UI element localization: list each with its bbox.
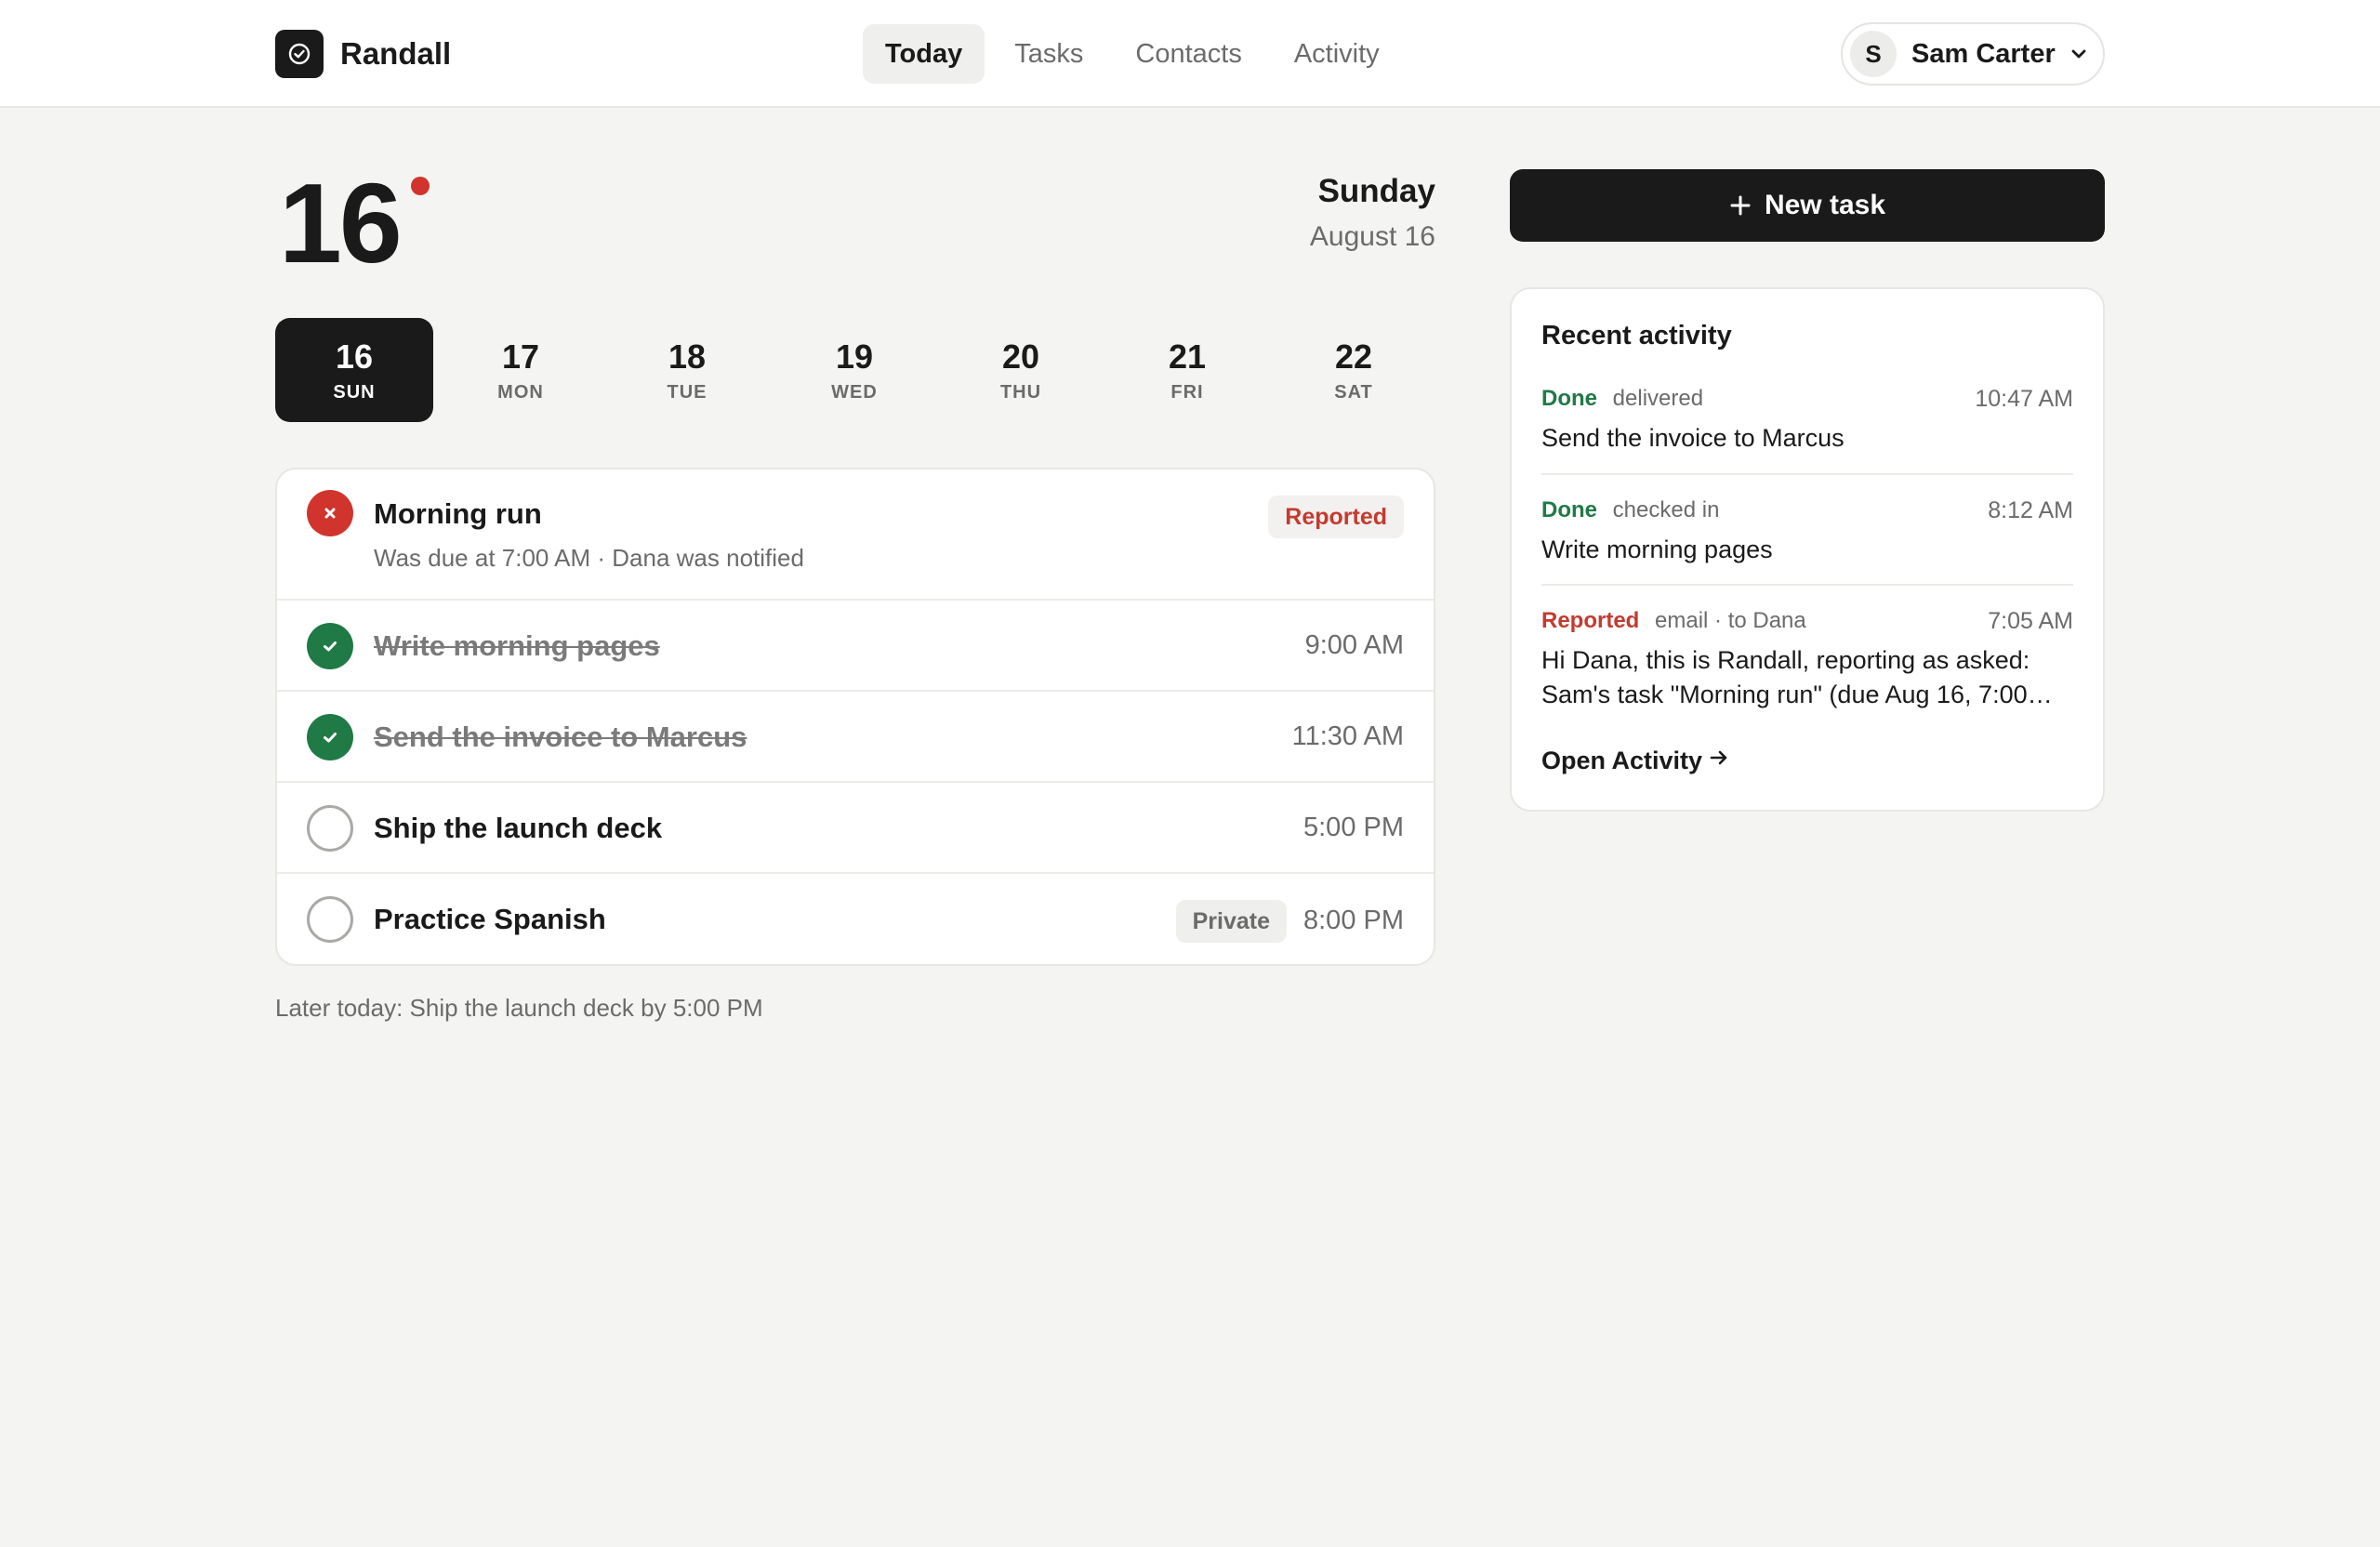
day-pill-21[interactable]: 21 FRI (1108, 318, 1266, 422)
date-label: August 16 (1309, 221, 1435, 252)
chevron-down-icon (2069, 44, 2089, 64)
today-indicator-dot (411, 177, 430, 195)
task-time: 9:00 AM (1304, 630, 1404, 660)
task-status-toggle[interactable] (307, 714, 353, 760)
day-pill-number: 22 (1334, 337, 1373, 376)
reported-badge: Reported (1268, 496, 1404, 538)
task-row-morning-run[interactable]: Morning run Was due at 7:00 AM · Dana wa… (277, 469, 1434, 601)
task-row-write-morning-pages[interactable]: Write morning pages 9:00 AM (277, 601, 1434, 692)
day-pill-16[interactable]: 16 SUN (275, 318, 433, 422)
check-icon (324, 733, 337, 743)
user-menu[interactable]: S Sam Carter (1841, 22, 2105, 86)
activity-action: email · to Dana (1655, 608, 1806, 633)
activity-meta: Done checked in (1541, 497, 1719, 523)
avatar: S (1850, 31, 1897, 77)
new-task-button[interactable]: New task (1510, 169, 2105, 242)
task-time: 8:00 PM (1303, 906, 1404, 935)
day-pill-number: 20 (1001, 337, 1040, 376)
x-icon (324, 508, 336, 519)
activity-status: Done (1541, 497, 1597, 522)
day-pill-number: 16 (335, 337, 374, 376)
task-title: Practice Spanish (374, 903, 606, 935)
nav-activity[interactable]: Activity (1272, 24, 1402, 84)
weekday-label: Sunday (1317, 173, 1435, 209)
day-pill-weekday: WED (831, 381, 878, 403)
day-pill-number: 21 (1168, 337, 1207, 376)
arrow-right-icon (1708, 747, 1730, 775)
activity-time: 7:05 AM (1988, 608, 2073, 634)
task-status-toggle[interactable] (307, 623, 353, 669)
task-title: Send the invoice to Marcus (374, 721, 747, 753)
task-time: 5:00 PM (1303, 813, 1404, 842)
day-pill-weekday: FRI (1170, 381, 1204, 403)
day-pill-weekday: TUE (667, 381, 707, 403)
day-pill-weekday: THU (999, 381, 1042, 403)
open-activity-link[interactable]: Open Activity (1541, 747, 1730, 775)
task-row-send-invoice[interactable]: Send the invoice to Marcus 11:30 AM (277, 692, 1434, 783)
activity-item[interactable]: Done checked in 8:12 AM Write morning pa… (1541, 497, 2073, 568)
task-title: Write morning pages (374, 629, 660, 662)
day-number: 16 (279, 160, 403, 286)
private-badge: Private (1175, 900, 1287, 943)
activity-action: checked in (1612, 497, 1720, 522)
activity-item[interactable]: Reported email · to Dana 7:05 AM Hi Dana… (1541, 608, 2073, 712)
app-name: Randall (340, 36, 452, 71)
task-status-toggle[interactable] (307, 896, 353, 943)
task-row-practice-spanish[interactable]: Practice Spanish Private 8:00 PM (277, 874, 1434, 964)
task-list: Morning run Was due at 7:00 AM · Dana wa… (275, 468, 1435, 966)
nav-today[interactable]: Today (863, 24, 985, 84)
task-title: Ship the launch deck (374, 812, 663, 844)
brand-logo (275, 30, 324, 78)
activity-text: Send the invoice to Marcus (1541, 424, 1844, 452)
activity-text: Hi Dana, this is Randall, reporting as a… (1541, 646, 2030, 708)
activity-meta: Done delivered (1541, 386, 1703, 412)
activity-item[interactable]: Done delivered 10:47 AM Send the invoice… (1541, 386, 2073, 456)
brand[interactable]: Randall (275, 30, 451, 78)
activity-time: 8:12 AM (1988, 497, 2073, 523)
day-pill-weekday: SAT (1334, 381, 1373, 403)
task-subtitle: Was due at 7:00 AM · Dana was notified (374, 544, 804, 572)
day-pill-number: 18 (668, 337, 707, 376)
day-pill-17[interactable]: 17 MON (442, 318, 600, 422)
check-icon (324, 641, 337, 652)
day-pill-19[interactable]: 19 WED (775, 318, 933, 422)
activity-meta: Reported email · to Dana (1541, 608, 1806, 634)
activity-action: delivered (1612, 386, 1704, 411)
day-pill-number: 19 (835, 337, 874, 376)
new-task-label: New task (1764, 190, 1886, 220)
day-pill-weekday: SUN (333, 381, 376, 403)
task-title: Morning run (374, 497, 542, 530)
activity-status: Reported (1541, 608, 1640, 633)
open-activity-label: Open Activity (1541, 747, 1703, 774)
main-nav: Today Tasks Contacts Activity (863, 24, 1409, 84)
day-pill-18[interactable]: 18 TUE (608, 318, 766, 422)
task-row-ship-launch-deck[interactable]: Ship the launch deck 5:00 PM (277, 783, 1434, 874)
nav-contacts[interactable]: Contacts (1113, 24, 1263, 84)
task-status-toggle[interactable] (307, 490, 353, 536)
top-bar: Randall Today Tasks Contacts Activity S … (0, 0, 2380, 108)
panel-title: Recent activity (1541, 321, 1732, 350)
nav-tasks[interactable]: Tasks (992, 24, 1105, 84)
day-pill-number: 17 (501, 337, 540, 376)
day-pill-weekday: MON (497, 381, 544, 403)
task-status-toggle[interactable] (307, 805, 353, 852)
day-pill-20[interactable]: 20 THU (942, 318, 1100, 422)
day-pill-22[interactable]: 22 SAT (1275, 318, 1433, 422)
activity-status: Done (1541, 386, 1597, 411)
activity-time: 10:47 AM (1975, 386, 2073, 412)
divider (1541, 473, 2073, 475)
activity-text: Write morning pages (1541, 536, 1773, 563)
check-circle-icon (288, 43, 311, 65)
user-name: Sam Carter (1911, 38, 2056, 69)
recent-activity-panel: Recent activity Done delivered 10:47 AM … (1510, 287, 2105, 812)
divider (1541, 584, 2073, 586)
task-time: 11:30 AM (1291, 721, 1404, 751)
week-strip: 16 SUN 17 MON 18 TUE 19 WED 20 THU 21 FR… (275, 318, 1435, 422)
plus-icon (1729, 194, 1752, 217)
later-today-note: Later today: Ship the launch deck by 5:0… (275, 994, 763, 1022)
